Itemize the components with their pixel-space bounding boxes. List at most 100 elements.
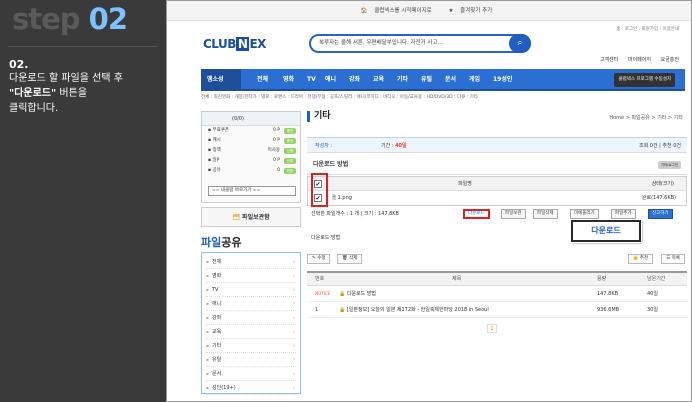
chevron-right-icon: › — [293, 343, 295, 349]
category-list: 전체› 영화› TV› 애니› 강좌› 교육› 기타› 유틸› 문서› 성인(1… — [201, 252, 301, 395]
charge-button[interactable]: 충전 — [284, 128, 296, 134]
sub-links: 고객센터 마이페이지 요금충전 — [592, 56, 679, 63]
nav-item[interactable]: 문서 — [445, 69, 456, 91]
info-row: ▪ 공유 0 변환 — [202, 166, 300, 176]
chevron-right-icon: › — [293, 371, 295, 377]
post-body: 다운로드 방법 — [311, 235, 341, 241]
lock-icon: 🔒 — [339, 291, 346, 297]
info-row: ▪ 일P 0 P 신청 — [202, 156, 300, 166]
chevron-right-icon: › — [293, 301, 295, 307]
post-controls: ✎ 수정 🗑 삭제 👍 추천 ☰ 목록 — [307, 251, 687, 267]
chevron-right-icon: › — [293, 357, 295, 363]
checkbox-highlight — [311, 173, 328, 207]
notice-badge: NOTICE — [315, 291, 331, 296]
search-input[interactable]: 복루자는 올해 서른, 우편배달부입니다. 자전거 사고... — [309, 34, 531, 53]
delete-file-button[interactable]: 파일삭제 — [533, 209, 558, 219]
file-table: ✔ 파일명 상태(크기) ✔ 🗎 1.png 완료(147.6KB) — [307, 176, 687, 206]
list-item[interactable]: NOTICE 🔒 다운로드 방법 147.8KB 40일 — [307, 286, 687, 302]
file-table-header: ✔ 파일명 상태(크기) — [308, 177, 686, 191]
nav-item[interactable]: 게임 — [469, 69, 480, 91]
start-page-link[interactable]: 🏠 클럽넥스를 시작페이지로 — [361, 8, 437, 14]
nav-item-adult[interactable]: 19성인 — [493, 69, 512, 91]
myclub-select[interactable]: == 내클럽 바로가기 == — [208, 186, 296, 196]
category-item[interactable]: 교육› — [206, 325, 296, 339]
info-row: ▪ 정액 미사용 신청 — [202, 146, 300, 156]
list-button[interactable]: ☰ 목록 — [661, 254, 685, 264]
post-title: 다운로드 방법 기타/로그인 — [307, 155, 687, 175]
apply-button[interactable]: 신청 — [284, 158, 296, 164]
site-screenshot: 🏠 클럽넥스를 시작페이지로 ★ 즐겨찾기 추가 홈 : 로그인 : 회원가입 … — [166, 0, 692, 402]
nav-item[interactable]: 전체 — [257, 69, 268, 91]
sub-nav[interactable]: 전체 : 최신영화 : 개봉/한다가 : 별로 : 로맨스 : 드라마 : 전쟁… — [201, 94, 478, 100]
charge-button[interactable]: 충전 — [284, 138, 296, 144]
download-callout: 다운로드 — [571, 220, 641, 242]
charge-link[interactable]: 요금충전 — [661, 57, 679, 63]
chevron-right-icon: › — [293, 259, 295, 265]
recommend-button[interactable]: 👍 추천 — [627, 254, 653, 264]
nav-item[interactable]: 영화 — [283, 69, 294, 91]
list-item[interactable]: 1 🔒 [일본정보] 오늘의 일본 제172화 - 한일축제한마당 2018 i… — [307, 302, 687, 318]
reupload-button[interactable]: 미에올리기 — [570, 209, 599, 219]
folder-icon: 🗂 — [232, 214, 240, 221]
store-button[interactable]: 파일보관 — [501, 209, 526, 219]
tutorial-panel: step 02 02. 다운로드 할 파일을 선택 후 "다운로드" 버튼을 클… — [0, 0, 165, 402]
breadcrumb[interactable]: Home > 파일공유 > 기타 > 기타 — [609, 114, 683, 121]
chevron-right-icon: › — [293, 329, 295, 335]
file-icon: 🗎 — [332, 195, 337, 201]
membership-badge[interactable]: 멤소성 — [201, 69, 241, 91]
nav-item[interactable]: 강좌 — [349, 69, 360, 91]
favorite-link[interactable]: ★ 즐겨찾기 추가 — [448, 8, 497, 14]
customer-center-link[interactable]: 고객센터 — [600, 57, 618, 63]
divider — [8, 46, 158, 47]
download-button[interactable]: 다운로드 — [463, 209, 490, 219]
category-item[interactable]: 문서› — [206, 367, 296, 381]
file-share-title: 파일공유 — [201, 236, 242, 249]
category-tag: 기타/로그인 — [657, 161, 681, 169]
my-info-header: (0/0) — [202, 112, 300, 126]
file-storage-button[interactable]: 🗂 파일보관함 — [201, 207, 301, 227]
nav-item[interactable]: 기타 — [397, 69, 408, 91]
info-row: ▪ 캐시 0 P 충전 — [202, 136, 300, 146]
delete-button[interactable]: 🗑 삭제 — [337, 254, 363, 264]
lock-icon: 🔒 — [339, 307, 346, 313]
search-icon[interactable]: ⌕ — [509, 34, 531, 53]
instruction-number: 02. — [9, 58, 29, 71]
page-title: 기타 — [307, 111, 331, 122]
util-links[interactable]: 홈 : 로그인 : 회원가입 : 이용안내 — [616, 26, 679, 32]
nav-item[interactable]: 교육 — [373, 69, 384, 91]
nav-item[interactable]: TV — [307, 69, 316, 91]
global-nav: 멤소성 전체 영화 TV 애니 강좌 교육 기타 유틸 문서 게임 19성인 클… — [201, 69, 685, 91]
nav-item[interactable]: 유틸 — [421, 69, 432, 91]
report-button[interactable]: 신고하기 — [648, 209, 673, 219]
category-item[interactable]: 애니› — [206, 297, 296, 311]
post-list: 번호 제목 용량 남은기간 NOTICE 🔒 다운로드 방법 147.8KB 4… — [307, 271, 687, 318]
category-item[interactable]: 성인(19+)› — [206, 381, 296, 395]
category-item[interactable]: 유틸› — [206, 353, 296, 367]
program-install-button[interactable]: 클럽넥스 프로그램 수동설치 — [614, 73, 675, 87]
post-info-bar: 작성자 : 기간 : 40일 조회 0건 | 추천 0건 — [307, 137, 687, 153]
site-logo[interactable]: CLUB N EX — [203, 37, 266, 51]
my-info-panel: (0/0) ▪ 무료쿠폰 0 P 충전 ▪ 캐시 0 P 충전 ▪ 정액 미사용 신청 ▪ … — [201, 111, 301, 203]
action-bar: 선택한 파일개수 : 1 개 | 크기 : 147.8KB 다운로드 파일보관 … — [307, 207, 687, 221]
instruction-text: 다운로드 할 파일을 선택 후 "다운로드" 버튼을 클릭합니다. — [9, 73, 123, 114]
file-row: ✔ 🗎 1.png 완료(147.6KB) — [314, 194, 676, 202]
mypage-link[interactable]: 마이페이지 — [628, 57, 651, 63]
category-item[interactable]: 전체› — [206, 255, 296, 269]
step-heading: step 02 — [12, 2, 128, 36]
convert-button[interactable]: 변환 — [284, 168, 296, 174]
chevron-right-icon: › — [293, 385, 295, 391]
apply-button[interactable]: 신청 — [284, 148, 296, 154]
category-item[interactable]: 기타› — [206, 339, 296, 353]
category-item[interactable]: TV› — [206, 283, 296, 297]
edit-button[interactable]: ✎ 수정 — [307, 254, 331, 264]
list-header: 번호 제목 용량 남은기간 — [307, 273, 687, 286]
category-item[interactable]: 강좌› — [206, 311, 296, 325]
info-row: ▪ 무료쿠폰 0 P 충전 — [202, 126, 300, 136]
nav-item[interactable]: 애니 — [325, 69, 336, 91]
top-bar: 🏠 클럽넥스를 시작페이지로 ★ 즐겨찾기 추가 — [167, 1, 691, 21]
chevron-right-icon: › — [293, 273, 295, 279]
add-file-button[interactable]: 파일추가 — [611, 209, 636, 219]
category-item[interactable]: 영화› — [206, 269, 296, 283]
chevron-right-icon: › — [293, 287, 295, 293]
page-number[interactable]: 1 — [487, 324, 497, 333]
